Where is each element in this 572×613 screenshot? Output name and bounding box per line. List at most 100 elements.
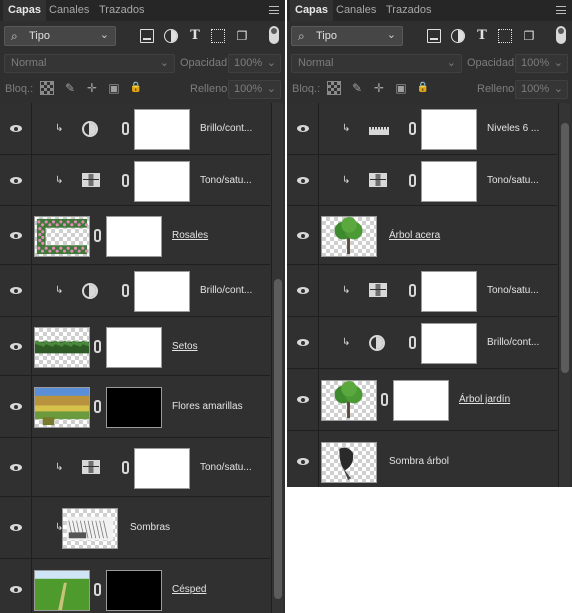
eye-icon[interactable] xyxy=(297,396,309,403)
lock-artboard-icon[interactable]: ▣ xyxy=(394,81,408,95)
visibility-toggle[interactable] xyxy=(287,431,319,487)
filter-pixel-layers-icon[interactable] xyxy=(427,29,441,43)
tab-trazados[interactable]: Trazados xyxy=(381,0,436,21)
visibility-toggle[interactable] xyxy=(0,497,32,558)
layer-mask-thumbnail[interactable] xyxy=(421,161,477,202)
eye-icon[interactable] xyxy=(10,586,22,593)
layer-mask-thumbnail[interactable] xyxy=(393,380,449,421)
eye-icon[interactable] xyxy=(10,287,22,294)
eye-icon[interactable] xyxy=(297,232,309,239)
lock-position-icon[interactable]: ✛ xyxy=(85,81,99,95)
layers-scrollbar[interactable] xyxy=(271,103,283,613)
layer-row[interactable]: ↳ Niveles 6 ... xyxy=(287,103,557,155)
visibility-toggle[interactable] xyxy=(0,438,32,496)
filter-adjustment-layers-icon[interactable] xyxy=(164,29,178,43)
opacity-field[interactable]: 100% ⌄ xyxy=(228,54,281,73)
eye-icon[interactable] xyxy=(297,287,309,294)
visibility-toggle[interactable] xyxy=(0,559,32,613)
visibility-toggle[interactable] xyxy=(0,103,32,154)
filter-toggle-switch[interactable] xyxy=(269,26,279,44)
eye-icon[interactable] xyxy=(10,464,22,471)
layer-row[interactable]: Setos xyxy=(0,317,270,376)
layer-row[interactable]: ↳ Tono/satu... xyxy=(0,438,270,497)
filter-smart-objects-icon[interactable]: ❐ xyxy=(235,29,249,43)
layer-mask-thumbnail[interactable] xyxy=(421,271,477,312)
eye-icon[interactable] xyxy=(297,339,309,346)
layer-mask-thumbnail[interactable] xyxy=(106,387,162,428)
visibility-toggle[interactable] xyxy=(287,369,319,430)
layer-thumbnail[interactable] xyxy=(34,327,90,368)
tab-trazados[interactable]: Trazados xyxy=(94,0,149,21)
filter-pixel-layers-icon[interactable] xyxy=(140,29,154,43)
layer-mask-thumbnail[interactable] xyxy=(134,161,190,202)
eye-icon[interactable] xyxy=(10,125,22,132)
eye-icon[interactable] xyxy=(10,343,22,350)
layer-thumbnail[interactable] xyxy=(321,442,377,483)
blend-mode-select[interactable]: Normal ⌄ xyxy=(4,54,175,73)
layer-mask-thumbnail[interactable] xyxy=(134,448,190,489)
opacity-field[interactable]: 100% ⌄ xyxy=(515,54,568,73)
layer-row[interactable]: Árbol jardín xyxy=(287,369,557,431)
tab-canales[interactable]: Canales xyxy=(331,0,381,21)
layer-row[interactable]: ↳ Brillo/cont... xyxy=(0,103,270,155)
layer-row[interactable]: ↳ Tono/satu... xyxy=(287,265,557,317)
filter-shape-layers-icon[interactable] xyxy=(498,29,512,43)
visibility-toggle[interactable] xyxy=(0,317,32,375)
layer-mask-thumbnail[interactable] xyxy=(134,109,190,150)
visibility-toggle[interactable] xyxy=(287,265,319,316)
lock-transparent-pixels-icon[interactable] xyxy=(40,81,54,95)
layer-row[interactable]: ↳ Brillo/cont... xyxy=(0,265,270,317)
visibility-toggle[interactable] xyxy=(287,206,319,264)
visibility-toggle[interactable] xyxy=(287,317,319,368)
layer-row[interactable]: Césped xyxy=(0,559,270,613)
filter-toggle-switch[interactable] xyxy=(556,26,566,44)
layer-row[interactable]: Rosales xyxy=(0,206,270,265)
tab-capas[interactable]: Capas xyxy=(3,0,47,21)
layer-mask-thumbnail[interactable] xyxy=(421,109,477,150)
filter-kind-select[interactable]: ⌕ Tipo ⌄ xyxy=(291,26,403,46)
eye-icon[interactable] xyxy=(297,125,309,132)
visibility-toggle[interactable] xyxy=(0,376,32,437)
visibility-toggle[interactable] xyxy=(287,103,319,154)
layer-thumbnail[interactable] xyxy=(34,216,90,257)
tab-capas[interactable]: Capas xyxy=(290,0,334,21)
filter-type-layers-icon[interactable]: T xyxy=(188,29,202,43)
layer-thumbnail[interactable] xyxy=(321,216,377,257)
layer-row[interactable]: Flores amarillas xyxy=(0,376,270,438)
lock-all-icon[interactable]: 🔒 xyxy=(416,81,430,95)
visibility-toggle[interactable] xyxy=(0,206,32,264)
lock-artboard-icon[interactable]: ▣ xyxy=(107,81,121,95)
layer-mask-thumbnail[interactable] xyxy=(106,216,162,257)
layer-row[interactable]: ↳ Tono/satu... xyxy=(0,155,270,206)
layer-row[interactable]: ↳ Brillo/cont... xyxy=(287,317,557,369)
eye-icon[interactable] xyxy=(297,177,309,184)
lock-image-pixels-icon[interactable]: ✎ xyxy=(63,81,77,95)
visibility-toggle[interactable] xyxy=(0,155,32,205)
scrollbar-thumb[interactable] xyxy=(274,279,282,599)
filter-smart-objects-icon[interactable]: ❐ xyxy=(522,29,536,43)
layer-thumbnail[interactable] xyxy=(34,570,90,611)
lock-image-pixels-icon[interactable]: ✎ xyxy=(350,81,364,95)
visibility-toggle[interactable] xyxy=(0,265,32,316)
panel-menu-icon[interactable] xyxy=(269,6,279,14)
layer-mask-thumbnail[interactable] xyxy=(106,327,162,368)
lock-position-icon[interactable]: ✛ xyxy=(372,81,386,95)
filter-type-layers-icon[interactable]: T xyxy=(475,29,489,43)
layers-scrollbar[interactable] xyxy=(558,103,570,487)
fill-field[interactable]: 100% ⌄ xyxy=(515,80,568,99)
filter-kind-select[interactable]: ⌕ Tipo ⌄ xyxy=(4,26,116,46)
layer-mask-thumbnail[interactable] xyxy=(421,323,477,364)
layer-mask-thumbnail[interactable] xyxy=(134,271,190,312)
lock-transparent-pixels-icon[interactable] xyxy=(327,81,341,95)
layer-row[interactable]: Árbol acera xyxy=(287,206,557,265)
filter-adjustment-layers-icon[interactable] xyxy=(451,29,465,43)
layer-row[interactable]: ↳ Sombras xyxy=(0,497,270,559)
eye-icon[interactable] xyxy=(10,232,22,239)
layer-thumbnail[interactable] xyxy=(62,508,118,549)
layer-row[interactable]: ↳ Tono/satu... xyxy=(287,155,557,206)
layer-thumbnail[interactable] xyxy=(34,387,90,428)
panel-menu-icon[interactable] xyxy=(556,6,566,14)
eye-icon[interactable] xyxy=(10,403,22,410)
lock-all-icon[interactable]: 🔒 xyxy=(129,81,143,95)
blend-mode-select[interactable]: Normal ⌄ xyxy=(291,54,462,73)
